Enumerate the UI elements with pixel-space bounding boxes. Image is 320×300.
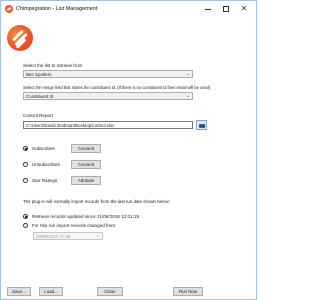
maximize-icon [223,6,229,12]
list-select-label: Select the list to retrieve from [23,63,83,68]
this-run-radio[interactable] [23,223,28,228]
close-icon: ✕ [240,4,248,13]
maximize-button[interactable] [219,3,233,15]
list-select[interactable]: Bee Spotters ⌄ [23,70,193,78]
chevron-down-icon: ⌄ [185,93,190,99]
browse-button[interactable] [196,120,207,130]
import-date-value: 22/06/2018 17:15 [36,234,71,239]
merge-field-value: Constituent Id [26,94,54,99]
minimize-button[interactable] [201,3,215,15]
binoculars-icon [199,123,205,128]
save-button[interactable]: Save... [7,287,31,296]
chevron-down-icon: ⌄ [185,71,190,77]
control-report-label: Control Report [23,113,53,118]
app-window: Chimpegration - List Management ✕ Select… [0,0,257,300]
subscribes-label: Subscribes [32,146,55,151]
star-ratings-attribute-button[interactable]: Attribute [71,176,101,185]
this-run-label: For this run import records changed from… [32,223,117,228]
close-button[interactable]: Close [97,287,123,296]
import-note: The plug-in will normally import records… [23,199,170,204]
load-button[interactable]: Load... [39,287,63,296]
subscribes-radio[interactable] [23,146,28,151]
app-icon [5,5,13,13]
retrieve-since-radio[interactable] [23,214,28,219]
star-ratings-radio[interactable] [23,178,28,183]
unsubscribes-radio[interactable] [23,162,28,167]
minimize-icon [205,9,211,10]
unsubscribes-consent-button[interactable]: Consent [71,160,101,169]
subscribes-consent-button[interactable]: Consent [71,144,101,153]
run-now-button[interactable]: Run Now [173,287,203,296]
retrieve-since-label: Retrieve records updated since 21/06/201… [32,214,140,219]
unsubscribes-label: Unsubscribes [32,162,60,167]
control-report-path-field[interactable]: C:\Users\David Zeidman\Desktop\control.x… [23,121,193,129]
chimpegration-logo [7,25,33,51]
control-report-path: C:\Users\David Zeidman\Desktop\control.x… [26,123,115,128]
star-ratings-label: Star Ratings [32,178,58,183]
merge-field-label: Select the merge field that stores the c… [23,85,211,90]
title-bar: Chimpegration - List Management ✕ [1,1,256,18]
close-window-button[interactable]: ✕ [237,3,251,15]
merge-field-select[interactable]: Constituent Id ⌄ [23,92,193,100]
window-title: Chimpegration - List Management [16,6,98,12]
import-date-picker[interactable]: 22/06/2018 17:15 ⌄ [33,232,103,240]
chevron-down-icon: ⌄ [95,233,100,239]
list-select-value: Bee Spotters [26,72,52,77]
